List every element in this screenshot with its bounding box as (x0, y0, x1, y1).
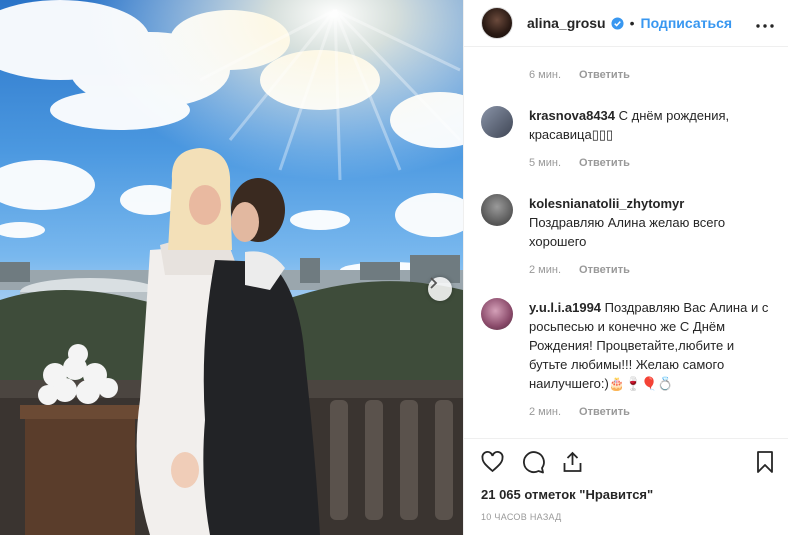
avatar[interactable] (481, 7, 513, 39)
separator-dot: • (629, 15, 635, 31)
author-username[interactable]: alina_grosu (527, 15, 606, 31)
comment-avatar[interactable] (481, 194, 513, 226)
comment-username[interactable]: krasnova8434 (529, 108, 615, 123)
likes-count[interactable]: 21 065 отметок "Нравится" (481, 487, 653, 502)
post-header: alina_grosu • Подписаться (464, 0, 788, 47)
comment-avatar[interactable] (481, 298, 513, 330)
comment-avatar[interactable] (481, 106, 513, 138)
comment-item: krasnova8434 С днём рождения, красавица▯… (481, 106, 778, 173)
action-bar (480, 450, 776, 478)
chevron-right-icon (430, 277, 438, 289)
verified-badge-icon (611, 16, 624, 30)
comments-list: 6 мин. Ответить krasnova8434 С днём рожд… (464, 48, 788, 438)
comment-time: 2 мин. (529, 406, 562, 418)
comment-meta: 2 мин. Ответить (529, 261, 774, 280)
comment-meta: 5 мин. Ответить (529, 154, 774, 173)
reply-button[interactable]: Ответить (579, 154, 630, 173)
post-photo (0, 0, 463, 535)
follow-button[interactable]: Подписаться (641, 15, 733, 31)
comment-username[interactable]: kolesnianatolii_zhytomyr (529, 196, 684, 211)
comment-item: kolesnianatolii_zhytomyr Поздравляю Алин… (481, 194, 778, 280)
heart-icon[interactable] (480, 450, 505, 479)
reply-button[interactable]: Ответить (579, 403, 630, 422)
carousel-next-button[interactable] (428, 277, 452, 301)
comment-text: Поздравляю Алина желаю всего хорошего (529, 215, 726, 249)
comment-time: 6 мин. (529, 69, 562, 81)
comment-meta: 6 мин. Ответить (529, 69, 630, 81)
comment-icon[interactable] (521, 450, 546, 479)
comment-time: 5 мин. (529, 157, 562, 169)
photo-illustration (0, 0, 463, 535)
comment-item: y.u.l.i.a1994 Поздравляю Вас Алина и с р… (481, 298, 778, 422)
post-timestamp[interactable]: 10 ЧАСОВ НАЗАД (481, 512, 562, 522)
comment-username[interactable]: y.u.l.i.a1994 (529, 300, 601, 315)
bookmark-icon[interactable] (754, 450, 776, 479)
comment-time: 2 мин. (529, 264, 562, 276)
reply-button[interactable]: Ответить (579, 261, 630, 280)
divider (464, 438, 788, 439)
share-icon[interactable] (560, 450, 585, 479)
more-options-icon[interactable] (756, 15, 774, 33)
reply-button[interactable]: Ответить (579, 69, 630, 81)
post-sidebar: alina_grosu • Подписаться 6 мин. Ответит… (463, 0, 788, 535)
comment-meta: 2 мин. Ответить (529, 403, 774, 422)
